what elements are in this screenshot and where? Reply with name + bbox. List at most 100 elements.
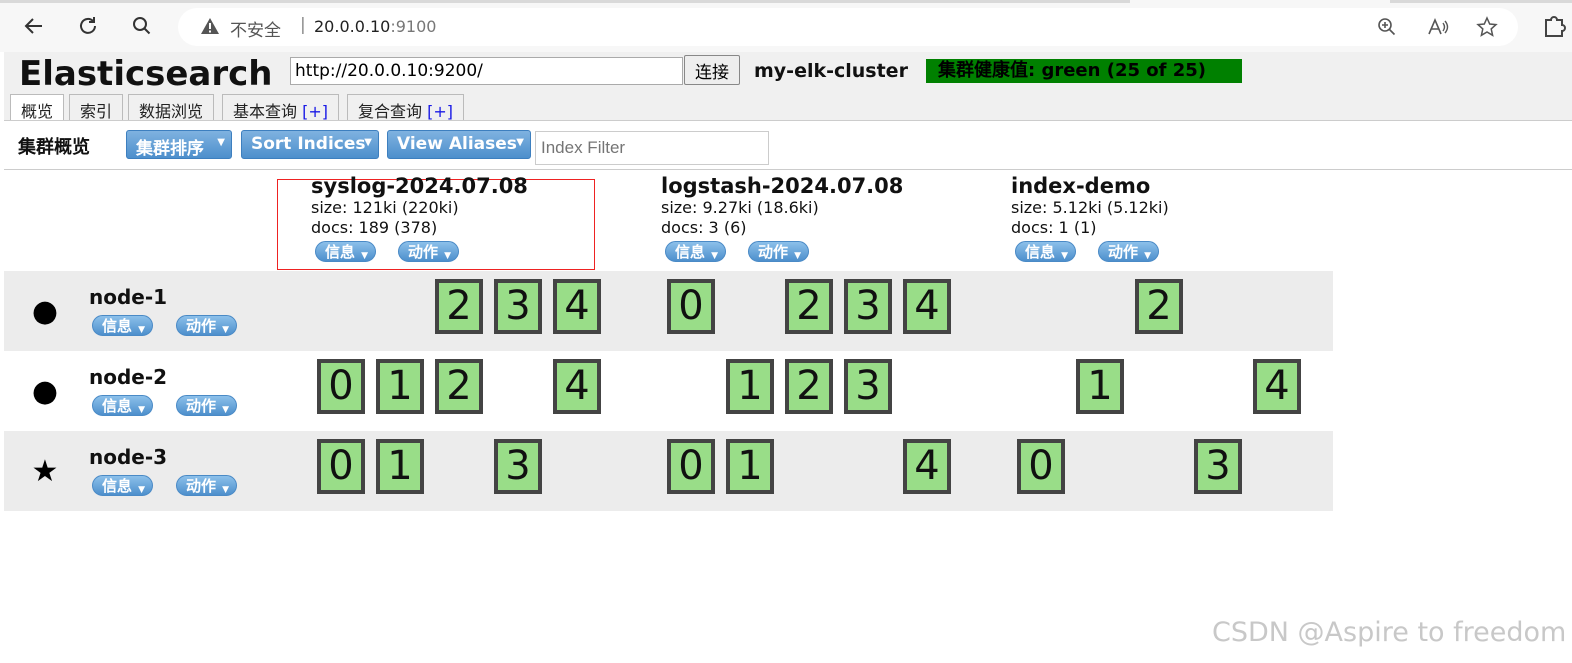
node-action-button[interactable]: 动作 ▼	[176, 395, 238, 416]
index-filter-input[interactable]	[535, 131, 769, 165]
index-size: size: 5.12ki (5.12ki)	[1011, 198, 1169, 217]
back-icon[interactable]	[18, 10, 50, 42]
address-bar[interactable]: 不安全 | 20.0.0.10:9100	[178, 8, 1518, 46]
caret-down-icon: ▼	[711, 251, 719, 261]
node-row: ● node-2 信息 ▼ 动作 ▼ 0 1 2 4 1 2 3 1 4	[4, 351, 1333, 431]
index-action-button[interactable]: 动作 ▼	[748, 241, 810, 262]
caret-down-icon: ▼	[794, 251, 802, 261]
shard-box[interactable]: 0	[667, 439, 715, 494]
tab-indices[interactable]: 索引	[69, 94, 124, 121]
shard-box[interactable]: 1	[376, 359, 424, 414]
cluster-overview: syslog-2024.07.08 size: 121ki (220ki) do…	[4, 170, 1572, 663]
shard-box[interactable]: 1	[376, 439, 424, 494]
toolbar-title: 集群概览	[18, 137, 90, 158]
refresh-icon[interactable]	[72, 10, 104, 42]
shard-box[interactable]: 4	[1253, 359, 1301, 414]
caret-down-icon: ▼	[222, 405, 230, 415]
shard-box[interactable]: 0	[667, 279, 715, 334]
search-icon[interactable]	[126, 10, 158, 42]
shard-box[interactable]: 2	[1135, 279, 1183, 334]
warning-icon	[200, 16, 220, 36]
node-name: node-2	[89, 365, 168, 389]
favorite-star-icon[interactable]	[1474, 14, 1500, 40]
index-action-button[interactable]: 动作 ▼	[1098, 241, 1160, 262]
sort-cluster-button[interactable]: 集群排序 ▼	[126, 130, 232, 159]
index-size: size: 9.27ki (18.6ki)	[661, 198, 819, 217]
index-docs: docs: 1 (1)	[1011, 218, 1097, 237]
node-info-button[interactable]: 信息 ▼	[92, 315, 154, 336]
caret-down-icon: ▼	[364, 137, 372, 148]
tab-compound-query[interactable]: 复合查询 [+]	[347, 94, 464, 121]
index-name: syslog-2024.07.08	[311, 174, 528, 198]
shard-box[interactable]: 4	[903, 279, 951, 334]
caret-down-icon: ▼	[1061, 251, 1069, 261]
es-head-app: Elasticsearch 连接 my-elk-cluster 集群健康值: g…	[4, 52, 1572, 663]
shard-box[interactable]: 1	[1076, 359, 1124, 414]
view-aliases-button[interactable]: View Aliases ▼	[387, 130, 531, 159]
caret-down-icon: ▼	[444, 251, 452, 261]
shard-box[interactable]: 3	[844, 359, 892, 414]
tab-basic-query[interactable]: 基本查询 [+]	[222, 94, 339, 121]
extensions-icon[interactable]	[1540, 12, 1568, 40]
sort-indices-button[interactable]: Sort Indices ▼	[241, 130, 379, 159]
shard-box[interactable]: 2	[785, 359, 833, 414]
caret-down-icon: ▼	[138, 405, 146, 415]
shard-box[interactable]: 3	[494, 279, 542, 334]
node-name: node-3	[89, 445, 168, 469]
watermark: CSDN @Aspire to freedom	[1212, 617, 1567, 648]
shard-box[interactable]: 2	[435, 359, 483, 414]
shard-box[interactable]: 3	[1194, 439, 1242, 494]
shard-box[interactable]: 3	[844, 279, 892, 334]
shard-box[interactable]: 4	[553, 359, 601, 414]
node-info-button[interactable]: 信息 ▼	[92, 475, 154, 496]
shard-box[interactable]: 0	[317, 439, 365, 494]
index-name: logstash-2024.07.08	[661, 174, 904, 198]
caret-down-icon: ▼	[516, 137, 524, 148]
index-header: syslog-2024.07.08 size: 121ki (220ki) do…	[311, 174, 651, 263]
separator: |	[300, 15, 306, 35]
caret-down-icon: ▼	[138, 325, 146, 335]
node-row: ★ node-3 信息 ▼ 动作 ▼ 0 1 3 0 1 4 0 3	[4, 431, 1333, 511]
shard-box[interactable]: 4	[903, 439, 951, 494]
caret-down-icon: ▼	[138, 485, 146, 495]
index-docs: docs: 189 (378)	[311, 218, 438, 237]
circle-icon: ●	[31, 294, 59, 329]
zoom-icon[interactable]	[1374, 14, 1400, 40]
connect-button[interactable]: 连接	[684, 55, 740, 85]
read-aloud-icon[interactable]	[1425, 14, 1451, 40]
app-title: Elasticsearch	[19, 54, 273, 94]
shard-box[interactable]: 0	[317, 359, 365, 414]
node-action-button[interactable]: 动作 ▼	[176, 475, 238, 496]
index-name: index-demo	[1011, 174, 1151, 198]
index-info-button[interactable]: 信息 ▼	[315, 241, 377, 262]
shard-box[interactable]: 1	[726, 359, 774, 414]
star-icon: ★	[31, 454, 59, 489]
cluster-health-badge: 集群健康值: green (25 of 25)	[926, 59, 1242, 83]
connect-url-input[interactable]	[290, 57, 683, 85]
caret-down-icon: ▼	[217, 137, 225, 148]
app-header: Elasticsearch 连接 my-elk-cluster 集群健康值: g…	[4, 52, 1572, 122]
node-action-button[interactable]: 动作 ▼	[176, 315, 238, 336]
cluster-name: my-elk-cluster	[754, 60, 908, 82]
index-info-button[interactable]: 信息 ▼	[665, 241, 727, 262]
url-text[interactable]: 20.0.0.10:9100	[314, 17, 436, 36]
shard-box[interactable]: 0	[1017, 439, 1065, 494]
overview-toolbar: 集群概览 集群排序 ▼ Sort Indices ▼ View Aliases ▼	[4, 120, 1572, 170]
browser-toolbar: 不安全 | 20.0.0.10:9100	[0, 0, 1572, 52]
shard-box[interactable]: 2	[785, 279, 833, 334]
index-info-button[interactable]: 信息 ▼	[1015, 241, 1077, 262]
shard-box[interactable]: 1	[726, 439, 774, 494]
tab-overview[interactable]: 概览	[10, 94, 65, 122]
shard-box[interactable]: 4	[553, 279, 601, 334]
index-size: size: 121ki (220ki)	[311, 198, 459, 217]
caret-down-icon: ▼	[1144, 251, 1152, 261]
index-action-button[interactable]: 动作 ▼	[398, 241, 460, 262]
shard-box[interactable]: 3	[494, 439, 542, 494]
node-name: node-1	[89, 285, 168, 309]
insecure-label[interactable]: 不安全	[230, 16, 281, 41]
node-info-button[interactable]: 信息 ▼	[92, 395, 154, 416]
index-docs: docs: 3 (6)	[661, 218, 747, 237]
shard-box[interactable]: 2	[435, 279, 483, 334]
index-header: logstash-2024.07.08 size: 9.27ki (18.6ki…	[661, 174, 1001, 263]
tab-browser[interactable]: 数据浏览	[128, 94, 215, 121]
